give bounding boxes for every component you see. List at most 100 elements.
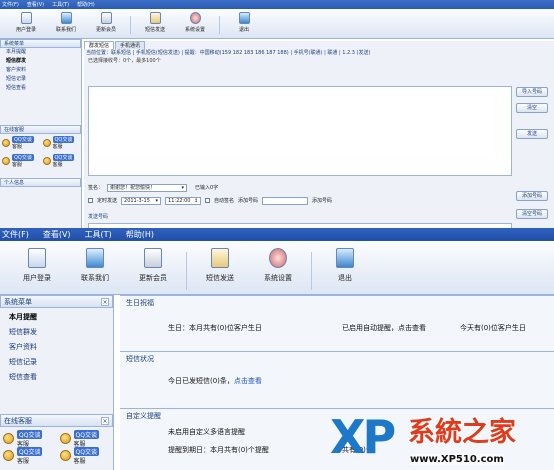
sms-send-button[interactable]: 短信发送 — [135, 12, 175, 33]
tab-bar: 群发短信 手机通讯 — [84, 41, 554, 49]
nav-item-sms-view[interactable]: 短信查看 — [0, 84, 81, 93]
agent-item[interactable]: QQ交谈 客服 — [41, 134, 82, 152]
agent-item[interactable]: QQ交谈 客服 — [41, 152, 82, 170]
nav-item-clients[interactable]: 客户资料 — [0, 340, 113, 355]
date-picker[interactable]: 2011-3-15 ▾ — [121, 196, 162, 205]
toolbar: 用户登录 联系我们 更新会员 短信发送 系统设置 退出 — [0, 9, 554, 39]
login-button[interactable]: 用户登录 — [6, 12, 46, 33]
exit-icon — [336, 248, 354, 268]
tab-bulk-sms[interactable]: 群发短信 — [84, 41, 115, 49]
exit-button[interactable]: 退出 — [224, 12, 264, 33]
clear-button[interactable]: 清空 — [516, 103, 548, 113]
add-number-label: 添加号码 — [238, 198, 259, 204]
qq-icon — [3, 433, 14, 444]
nav-item-reminder[interactable]: 本月提醒 — [0, 48, 81, 57]
settings-button[interactable]: 系统设置 — [175, 12, 215, 33]
menu-file[interactable]: 文件(F) — [2, 229, 29, 240]
toolbar-separator — [186, 252, 187, 290]
agent-item[interactable]: QQ交谈 客服 — [0, 152, 41, 170]
gear-icon — [269, 248, 287, 268]
timed-send-checkbox[interactable] — [88, 198, 93, 203]
sms-status-section: 短信状况 今日已发短信(0)条，点击查看 — [120, 351, 554, 408]
auto-sign-label: 自动签名 — [214, 198, 235, 204]
import-numbers-button[interactable]: 导入号码 — [516, 87, 548, 97]
message-textarea[interactable] — [88, 86, 512, 176]
qq-icon — [59, 450, 71, 461]
agent-item[interactable]: QQ交谈 客服 — [0, 134, 41, 152]
document-icon — [211, 248, 229, 268]
contact-label: 联系我们 — [81, 274, 109, 282]
char-count: 已输入0字 — [195, 185, 219, 191]
watermark-brand: 系統之家 — [408, 417, 516, 448]
main-panel: 群发短信 手机通讯 当前位置：联系短信 | 手机短信(短信发送) | 提醒：中国… — [84, 41, 554, 228]
chevron-down-icon: ▾ — [181, 184, 185, 191]
sms-view-link[interactable]: 点击查看 — [234, 377, 262, 385]
birthday-month-text: 生日：本月共有(0)位客户生日 — [168, 324, 262, 332]
clear-numbers-button[interactable]: 清空号码 — [516, 209, 548, 219]
number-input[interactable] — [262, 196, 309, 205]
exit-label: 退出 — [338, 274, 352, 282]
contact-button[interactable]: 联系我们 — [46, 12, 86, 33]
sidebar-header: 系统菜单 × — [0, 295, 113, 308]
menu-view[interactable]: 查看(V) — [27, 1, 44, 8]
qq-icon — [59, 433, 71, 444]
agent-item[interactable]: QQ交谈 客服 — [0, 429, 57, 448]
qq-icon — [2, 139, 10, 147]
sidebar-nav: 本月提醒 短信群发 客户资料 短信记录 短信查看 — [0, 48, 81, 93]
add-number-button[interactable]: 添加号码 — [516, 191, 548, 201]
sidebar-nav: 本月提醒 短信群发 客户资料 短信记录 短信查看 — [0, 308, 113, 385]
signature-row: 签名： 谢谢您！祝您愉快！ ▾ 已输入0字 — [88, 181, 548, 194]
update-member-button[interactable]: 更新会员 — [124, 248, 182, 283]
login-button[interactable]: 用户登录 — [8, 248, 66, 283]
sidebar-title: 系统菜单 — [4, 297, 32, 306]
exit-icon — [238, 12, 250, 24]
birthday-section-title: 生日祝福 — [126, 299, 154, 307]
toolbar-separator — [311, 252, 312, 290]
close-icon[interactable]: × — [101, 416, 109, 425]
online-title: 在线客服 — [4, 416, 32, 425]
menu-tools[interactable]: 工具(T) — [85, 229, 112, 240]
agent-item[interactable]: QQ交谈 客服 — [57, 429, 114, 448]
login-label: 用户登录 — [23, 274, 51, 282]
toolbar: 用户登录 联系我们 更新会员 短信发送 系统设置 退出 — [0, 241, 554, 295]
close-icon[interactable]: × — [101, 297, 109, 306]
update-member-button[interactable]: 更新会员 — [86, 12, 126, 33]
sms-send-button[interactable]: 短信发送 — [191, 248, 249, 283]
nav-item-sms-view[interactable]: 短信查看 — [0, 370, 113, 385]
menu-help[interactable]: 帮助(H) — [77, 1, 95, 8]
qq-icon — [42, 139, 51, 147]
nav-item-clients[interactable]: 客户资料 — [0, 66, 81, 75]
time-picker[interactable]: 11:22:00 ↕ — [165, 196, 202, 205]
agent-grid: QQ交谈 客服 QQ交谈 客服 QQ交谈 客服 QQ交谈 客服 — [0, 427, 114, 465]
send-button[interactable]: 发送 — [516, 129, 548, 139]
sms-send-label: 短信发送 — [144, 27, 165, 33]
sms-send-label: 短信发送 — [206, 274, 234, 282]
agent-item[interactable]: QQ交谈 客服 — [57, 446, 114, 465]
nav-item-sms-log[interactable]: 短信记录 — [0, 355, 113, 370]
qq-icon — [3, 450, 14, 461]
contact-button[interactable]: 联系我们 — [66, 248, 124, 283]
menu-tools[interactable]: 工具(T) — [52, 1, 69, 8]
online-header: 在线客服 — [0, 125, 81, 134]
menu-view[interactable]: 查看(V) — [43, 229, 71, 240]
birthday-auto-link[interactable]: 已启用自动提醒，点击查看 — [342, 323, 426, 333]
menu-help[interactable]: 帮助(H) — [126, 229, 154, 240]
nav-item-bulk-sms[interactable]: 短信群发 — [0, 57, 81, 66]
agent-item[interactable]: QQ交谈 客服 — [0, 446, 57, 465]
nav-item-reminder[interactable]: 本月提醒 — [0, 310, 113, 325]
menu-file[interactable]: 文件(F) — [2, 1, 19, 8]
send-numbers-label: 发送号码 — [88, 214, 109, 220]
exit-button[interactable]: 退出 — [316, 248, 374, 283]
nav-item-bulk-sms[interactable]: 短信群发 — [0, 325, 113, 340]
settings-button[interactable]: 系统设置 — [249, 248, 307, 283]
add-number-link[interactable]: 添加号码 — [312, 197, 332, 204]
custom-reminder-due: 提醒到期日：本月共有(0)个提醒 — [168, 446, 269, 454]
signature-select[interactable]: 谢谢您！祝您愉快！ ▾ — [107, 183, 188, 192]
timed-send-label: 定时发送 — [97, 198, 118, 204]
nav-item-sms-log[interactable]: 短信记录 — [0, 75, 81, 84]
auto-sign-checkbox[interactable] — [205, 198, 211, 203]
sms-status-title: 短信状况 — [126, 355, 154, 363]
watermark-xp: XP — [330, 410, 396, 464]
tab-phone-contacts[interactable]: 手机通讯 — [115, 41, 146, 49]
gear-icon — [189, 12, 201, 24]
